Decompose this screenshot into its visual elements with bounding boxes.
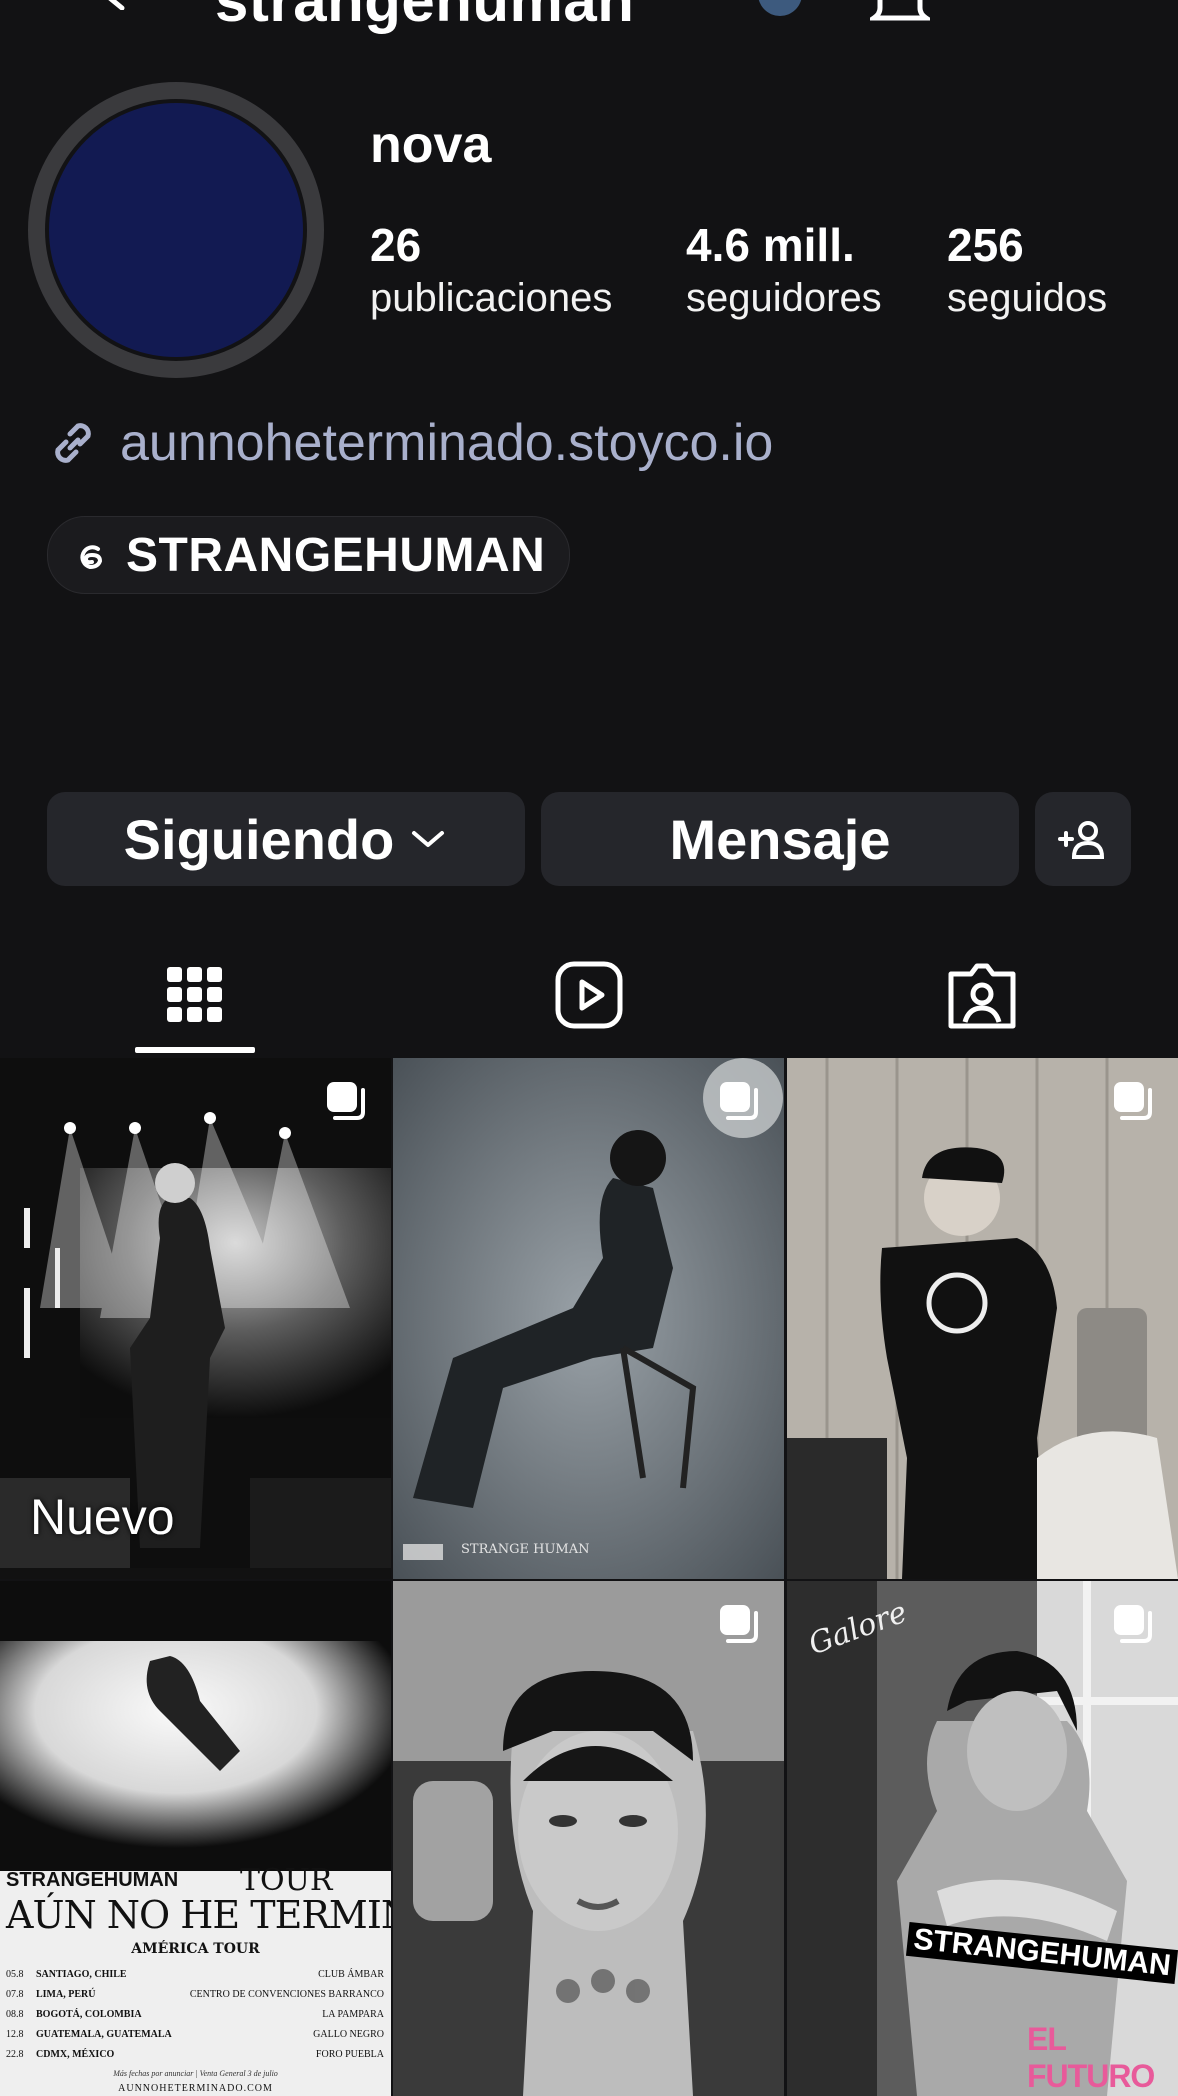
post-2[interactable]: STRANGE HUMAN [393,1058,784,1579]
tour-site: AUNNOHETERMINADO.COM [118,2083,273,2094]
tour-date-row: 07.8 LIMA, PERÚ CENTRO DE CONVENCIONES BAR… [6,1989,384,2000]
back-arrow-icon[interactable] [92,0,132,10]
post-6[interactable]: Galore STRANGEHUMAN EL FUTURO [787,1581,1178,2096]
tour-brand: STRANGEHUMAN [6,1869,179,1891]
carousel-icon [720,1605,758,1643]
post-3[interactable] [787,1058,1178,1579]
post-6-pink-text: EL FUTURO [1027,2021,1155,2094]
post-6-image [787,1581,1178,2096]
carousel-icon [1114,1082,1152,1120]
post-4[interactable]: STRANGEHUMAN TOUR AÚN NO HE TERMINADO AM… [0,1581,391,2096]
post-5-image [393,1581,784,2096]
grid-icon [167,967,222,1022]
active-tab-indicator [135,1047,255,1053]
tagged-icon [948,963,1016,1029]
post-2-caption: STRANGE HUMAN [461,1542,590,1557]
add-person-icon [1058,821,1105,859]
threads-handle: STRANGEHUMAN [126,528,546,582]
tab-reels[interactable] [529,940,649,1050]
post-5[interactable] [393,1581,784,2096]
tour-date-row: 22.8 CDMX, MÉXICO FORO PUEBLA [6,2049,384,2060]
tour-subtitle: AMÉRICA TOUR [131,1941,260,1957]
tour-date-row: 05.8 SANTIAGO, CHILE CLUB ÁMBAR [6,1969,384,1980]
notification-bell-icon[interactable] [870,0,930,28]
followers-label[interactable]: seguidores [686,276,882,321]
following-label: Siguiendo [123,807,395,871]
post-1[interactable]: Nuevo [0,1058,391,1579]
suggested-users-button[interactable] [1035,792,1131,886]
carousel-icon [1114,1605,1152,1643]
post-3-image [787,1058,1178,1579]
following-count[interactable]: 256 [947,218,1024,272]
tour-dates-list: 05.8 SANTIAGO, CHILE CLUB ÁMBAR 07.8 LIMA, … [6,1965,384,2065]
bio-link-text[interactable]: aunnoheterminado.stoyco.io [120,413,773,473]
reels-icon [555,961,623,1029]
post-2-image [393,1058,784,1579]
message-button[interactable]: Mensaje [541,792,1019,886]
tab-tagged[interactable] [922,940,1042,1050]
new-post-badge: Nuevo [30,1489,175,1545]
display-name: nova [370,116,492,174]
posts-label: publicaciones [370,276,613,320]
profile-username: strangehuman [215,0,635,34]
message-label: Mensaje [669,807,891,871]
carousel-icon [720,1082,758,1120]
carousel-icon [327,1082,365,1120]
avatar[interactable] [45,99,307,361]
threads-badge[interactable]: STRANGEHUMAN [47,516,571,594]
verified-badge-icon [758,0,802,16]
tour-footnote: Más fechas por anunciar | Venta General … [113,2069,278,2078]
tab-posts-grid[interactable] [135,940,255,1050]
link-icon [55,423,91,463]
following-button[interactable]: Siguiendo [47,792,525,886]
posts-count: 26 [370,219,422,271]
threads-icon [80,545,103,570]
chevron-down-icon [412,831,445,847]
tour-date-row: 12.8 GUATEMALA, GUATEMALA GALLO NEGRO [6,2029,384,2040]
followers-count[interactable]: 4.6 mill. [686,218,855,272]
tour-title: AÚN NO HE TERMINADO [6,1893,391,1937]
tour-date-row: 08.8 BOGOTÁ, COLOMBIA LA PAMPARA [6,2009,384,2020]
following-label[interactable]: seguidos [947,276,1107,321]
bio-link[interactable]: aunnoheterminado.stoyco.io [46,408,773,478]
